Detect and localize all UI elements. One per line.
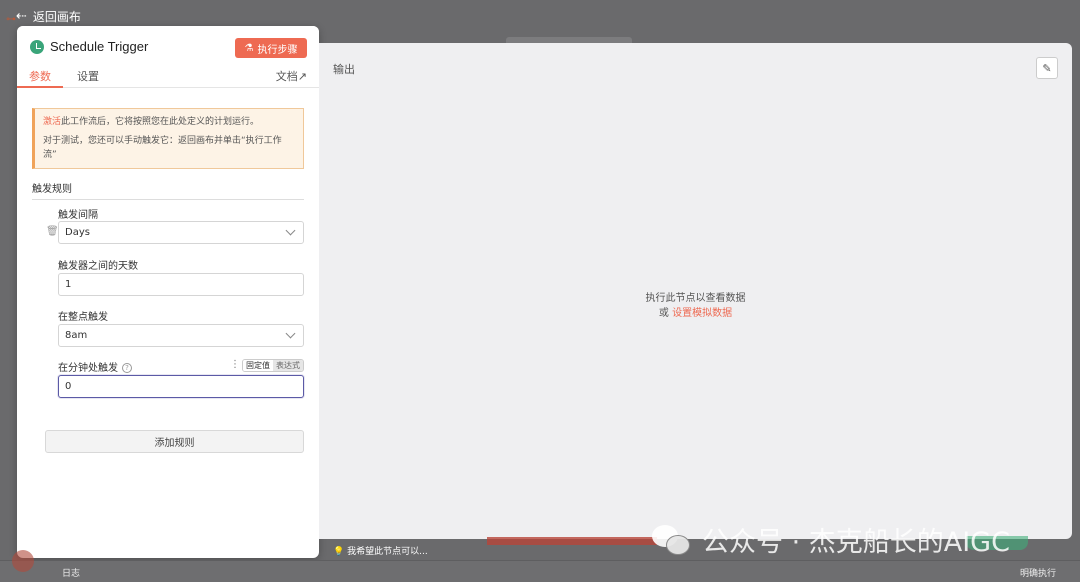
- notice-line-1: 激活此工作流后，它将按照您在此处定义的计划运行。: [43, 115, 295, 129]
- panel-body: 激活此工作流后，它将按照您在此处定义的计划运行。 对于测试，您还可以手动触发它：…: [17, 88, 319, 558]
- chevron-down-icon: [285, 328, 296, 339]
- trash-icon[interactable]: 🗑: [46, 226, 59, 237]
- back-to-canvas-link[interactable]: ⇠ 返回画布: [16, 8, 81, 25]
- notice-line-2: 对于测试，您还可以手动触发它：返回画布并单击“执行工作流”: [43, 136, 282, 160]
- log-tab[interactable]: 日志: [62, 566, 80, 579]
- tab-settings[interactable]: 设置: [77, 68, 99, 84]
- docs-link[interactable]: 文档↗: [276, 68, 307, 84]
- hour-label: 在整点触发: [58, 312, 108, 323]
- output-empty-state: 执行此节点以查看数据 或 设置模拟数据: [319, 291, 1072, 321]
- node-settings-panel: Schedule Trigger ⚗ 执行步骤 参数 设置 文档↗ 激活此工作流…: [17, 26, 319, 558]
- interval-value: Days: [65, 227, 90, 238]
- more-dots-icon[interactable]: ⋮: [230, 359, 240, 370]
- watermark-text: 公众号 · 杰克船长的AIGC: [702, 527, 1010, 558]
- value-mode-toggle[interactable]: 固定值 表达式: [242, 359, 304, 372]
- wechat-logo-icon: [652, 523, 692, 557]
- edit-pencil-icon[interactable]: ✎: [1036, 57, 1058, 79]
- mode-expression-option[interactable]: 表达式: [273, 360, 303, 371]
- bottom-log-bar: 日志 明确执行: [0, 560, 1080, 582]
- flask-icon: ⚗: [244, 42, 254, 54]
- lightbulb-icon: 💡: [333, 547, 345, 557]
- execute-step-label: 执行步骤: [257, 44, 298, 56]
- minute-label: 在分钟处触发?: [58, 359, 132, 374]
- trigger-rules-heading: 触发规则: [32, 180, 304, 200]
- hour-value: 8am: [65, 330, 88, 341]
- minute-label-text: 在分钟处触发: [58, 363, 118, 374]
- canvas-button-ghost: [487, 537, 657, 545]
- notice-line-1-text: 此工作流后，它将按照您在此处定义的计划运行。: [61, 117, 260, 127]
- output-empty-line-2: 或 设置模拟数据: [319, 306, 1072, 321]
- output-empty-line-1: 执行此节点以查看数据: [645, 293, 746, 304]
- node-title[interactable]: Schedule Trigger: [50, 39, 148, 54]
- feedback-hint[interactable]: 💡 我希望此节点可以...: [333, 544, 428, 557]
- watermark: 公众号 · 杰克船长的AIGC: [652, 520, 1010, 559]
- activation-notice: 激活此工作流后，它将按照您在此处定义的计划运行。 对于测试，您还可以手动触发它：…: [32, 108, 304, 169]
- add-rule-button[interactable]: 添加规则: [45, 430, 304, 453]
- execute-step-button[interactable]: ⚗ 执行步骤: [235, 38, 307, 58]
- set-mock-data-link[interactable]: 设置模拟数据: [672, 308, 732, 319]
- interval-label: 触发间隔: [58, 210, 98, 221]
- back-arrow-icon: ⇠: [16, 9, 27, 24]
- panel-header: Schedule Trigger ⚗ 执行步骤 参数 设置 文档↗: [17, 26, 319, 88]
- help-icon[interactable]: ?: [122, 363, 132, 373]
- mode-fixed-option[interactable]: 固定值: [243, 360, 273, 371]
- external-link-icon: ↗: [297, 70, 307, 83]
- chevron-down-icon: [285, 225, 296, 236]
- avatar[interactable]: [12, 550, 34, 572]
- run-label[interactable]: 明确执行: [1020, 566, 1056, 579]
- days-between-input[interactable]: 1: [58, 273, 304, 296]
- docs-label: 文档: [275, 70, 298, 83]
- panel-tabs: 参数 设置 文档↗: [17, 68, 319, 88]
- days-between-value: 1: [65, 279, 72, 290]
- output-panel: 输出 ✎ 执行此节点以查看数据 或 设置模拟数据: [319, 43, 1072, 539]
- days-between-label: 触发器之间的天数: [58, 261, 138, 272]
- output-title: 输出: [333, 63, 355, 76]
- tab-parameters[interactable]: 参数: [29, 68, 51, 84]
- clock-icon: [30, 40, 44, 54]
- minute-input[interactable]: 0: [58, 375, 304, 398]
- interval-select[interactable]: Days: [58, 221, 304, 244]
- activate-link[interactable]: 激活: [43, 117, 61, 127]
- hour-select[interactable]: 8am: [58, 324, 304, 347]
- back-to-canvas-label: 返回画布: [32, 10, 81, 24]
- minute-value: 0: [65, 381, 72, 392]
- output-empty-or: 或: [658, 308, 669, 319]
- feedback-hint-text: 我希望此节点可以...: [347, 547, 428, 557]
